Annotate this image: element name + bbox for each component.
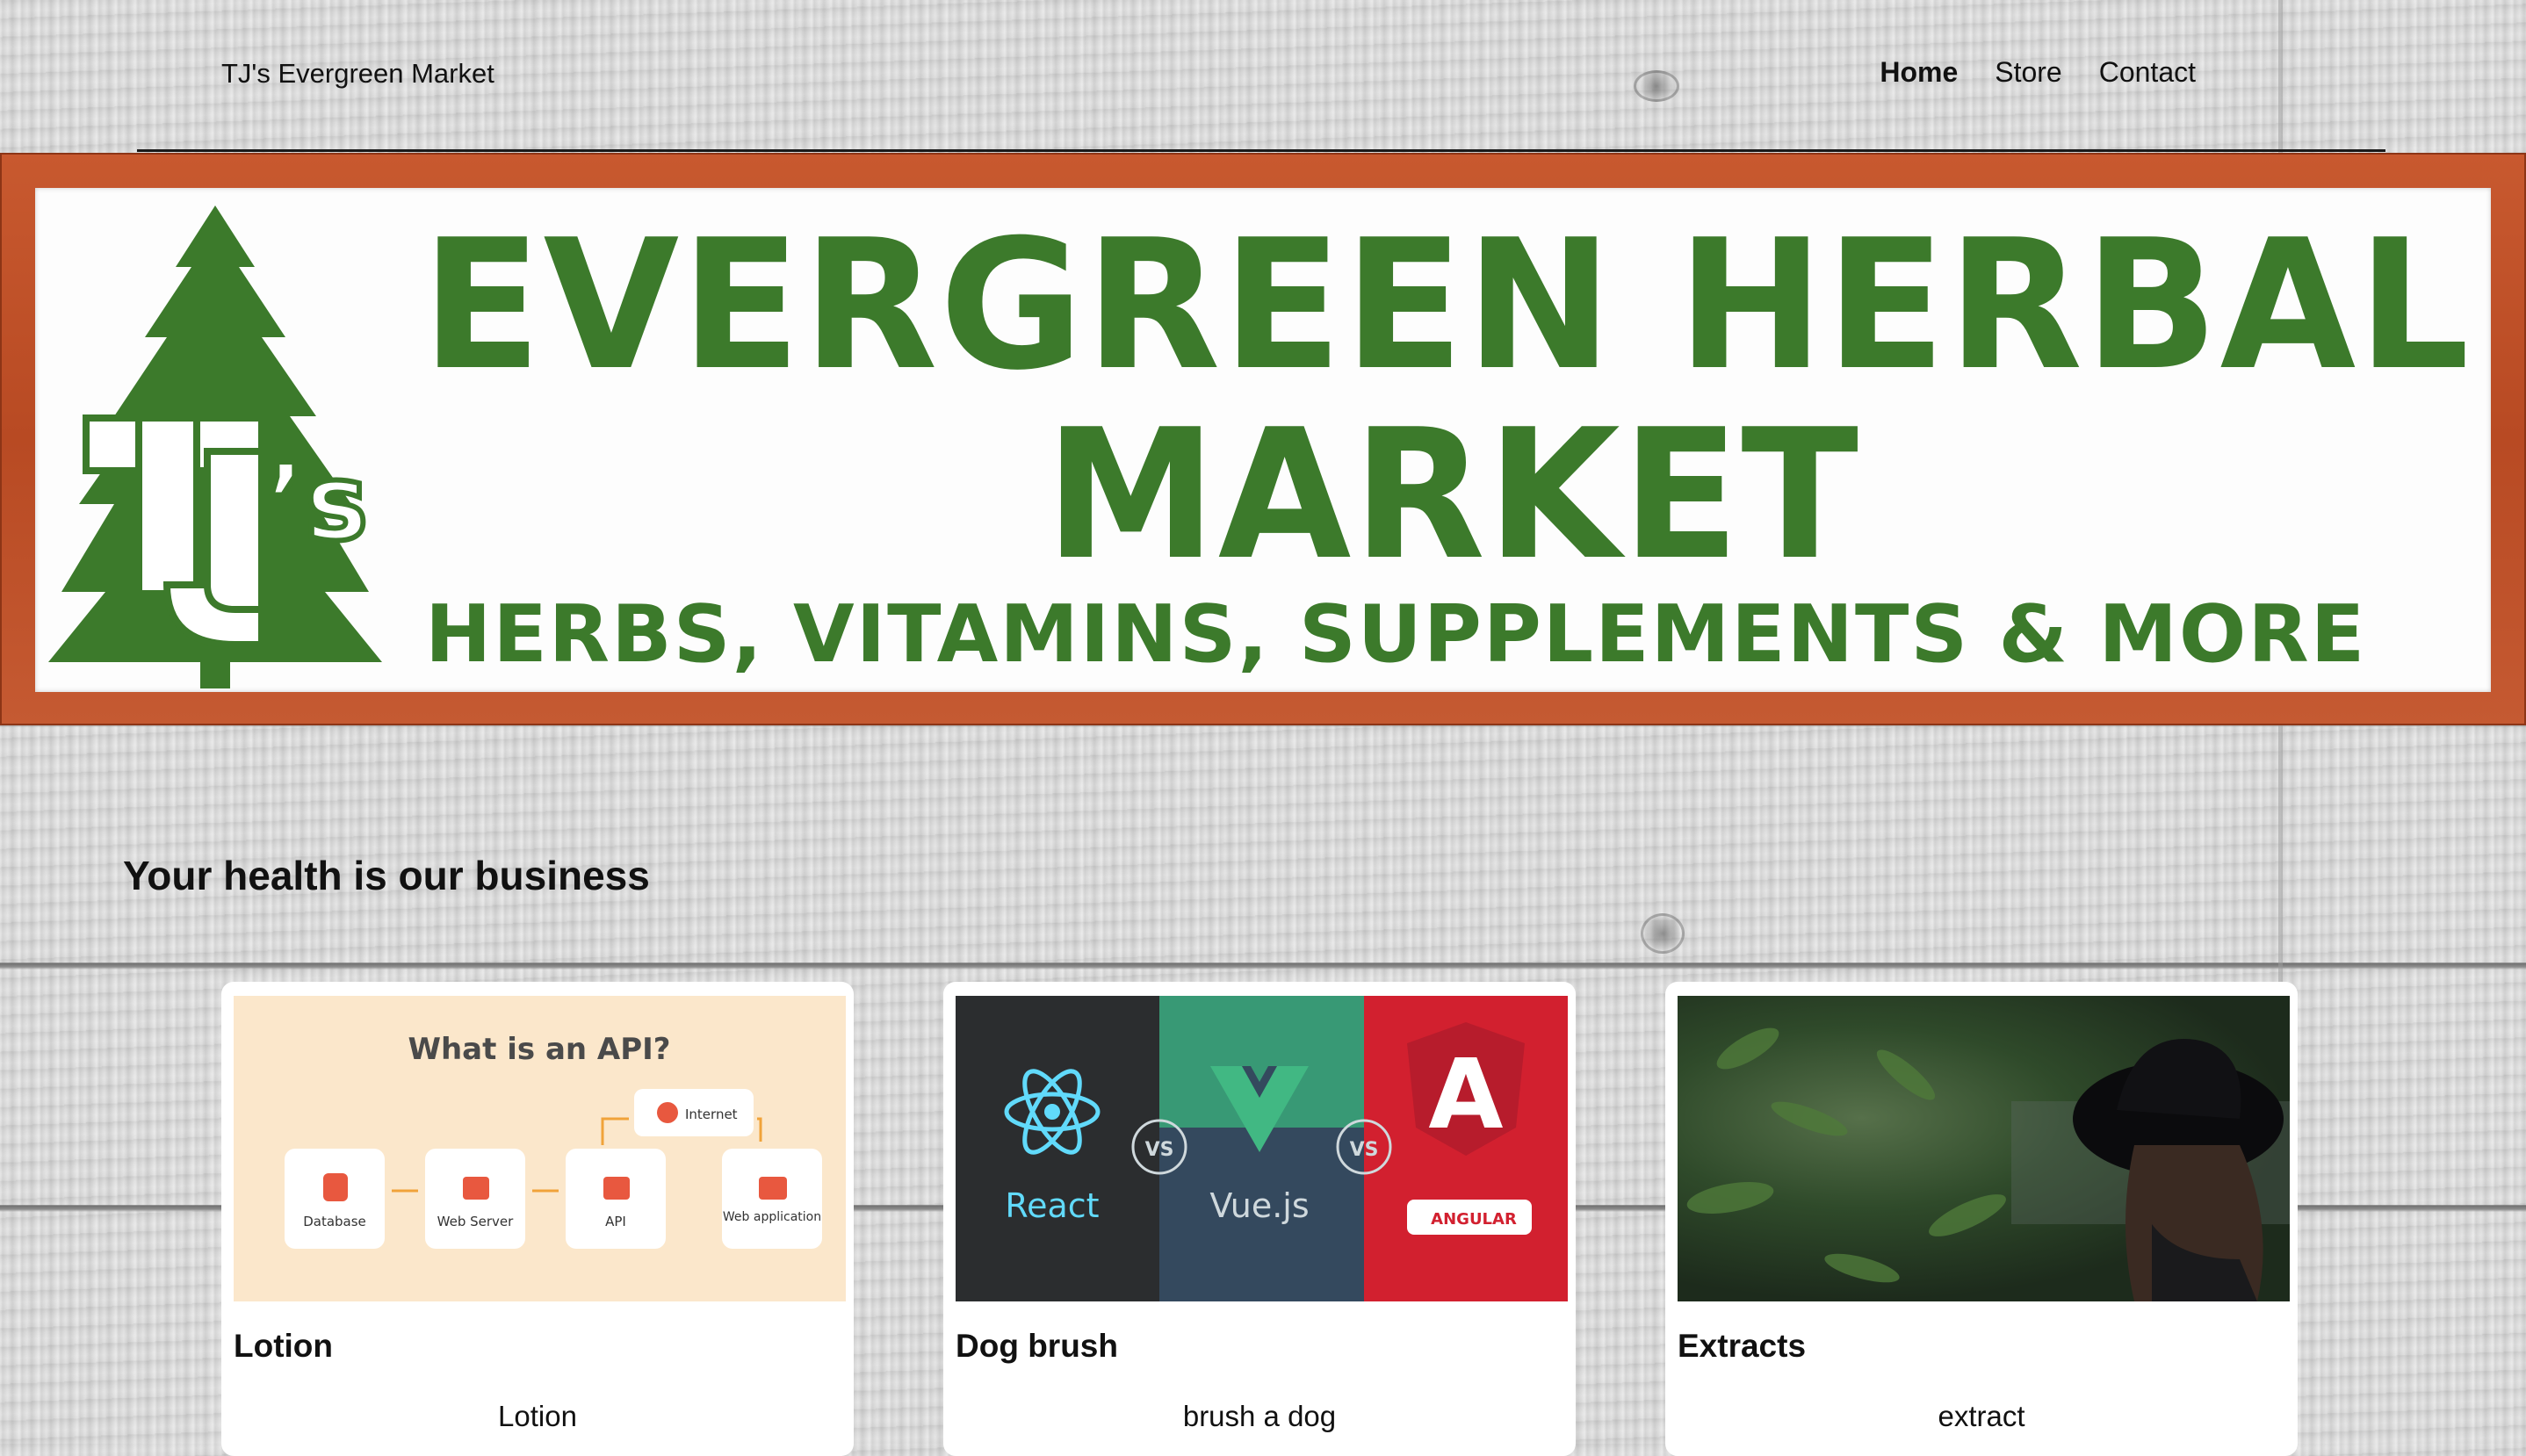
nav-contact-link[interactable]: Contact — [2099, 56, 2196, 89]
page-headline: Your health is our business — [123, 853, 650, 898]
svg-text:Vue.js: Vue.js — [1209, 1186, 1309, 1225]
svg-text:’s: ’s — [265, 443, 368, 565]
svg-text:VS: VS — [1350, 1139, 1379, 1161]
svg-text:VS: VS — [1145, 1139, 1174, 1161]
wood-knot — [1641, 913, 1685, 954]
api-diagram-illustration: What is an API? Internet Database Web Se… — [285, 1032, 822, 1249]
svg-text:React: React — [1005, 1186, 1099, 1225]
banner-tagline: HERBS, VITAMINS, SUPPLEMENTS & MORE — [425, 588, 2367, 681]
product-image: React Vue.js VS VS A ANGULAR — [956, 996, 1568, 1301]
banner-sign: ’s EVERGREEN HERBAL MARKET HERBS, VITAMI… — [0, 153, 2526, 725]
nav-store-link[interactable]: Store — [1995, 56, 2061, 89]
site-brand[interactable]: TJ's Evergreen Market — [221, 58, 494, 90]
svg-text:A: A — [1428, 1038, 1503, 1150]
product-image — [1678, 996, 2290, 1301]
product-card[interactable]: React Vue.js VS VS A ANGULAR Dog brush b… — [943, 982, 1576, 1456]
svg-text:ANGULAR: ANGULAR — [1431, 1210, 1517, 1229]
api-heading: What is an API? — [408, 1032, 670, 1067]
hat-person-photo — [1686, 1027, 2290, 1301]
product-description: brush a dog — [1182, 1400, 1337, 1432]
product-title[interactable]: Dog brush — [956, 1328, 1118, 1365]
header-divider — [137, 149, 2385, 152]
product-description: Lotion — [498, 1400, 577, 1432]
pine-tree-logo: ’s — [48, 205, 382, 688]
site-header: TJ's Evergreen Market Home Store Contact — [0, 0, 2526, 152]
banner-title-line: MARKET — [1045, 392, 1860, 600]
svg-text:API: API — [605, 1214, 626, 1229]
nav-home-link[interactable]: Home — [1880, 56, 1958, 89]
svg-text:Internet: Internet — [685, 1106, 738, 1122]
product-image: What is an API? Internet Database Web Se… — [234, 996, 846, 1301]
banner-title-line: EVERGREEN HERBAL — [422, 202, 2472, 410]
product-card[interactable]: Extracts extract — [1665, 982, 2298, 1456]
svg-text:Web Server: Web Server — [437, 1214, 514, 1229]
frameworks-comparison-illustration: React Vue.js VS VS A ANGULAR — [956, 996, 1568, 1301]
product-card[interactable]: What is an API? Internet Database Web Se… — [221, 982, 854, 1456]
product-description: extract — [1938, 1400, 2025, 1432]
main-nav: Home Store Contact — [1880, 56, 2196, 89]
product-title[interactable]: Extracts — [1678, 1328, 1806, 1365]
svg-text:Web application: Web application — [723, 1210, 821, 1224]
svg-text:Database: Database — [303, 1214, 366, 1229]
product-title[interactable]: Lotion — [234, 1328, 333, 1365]
